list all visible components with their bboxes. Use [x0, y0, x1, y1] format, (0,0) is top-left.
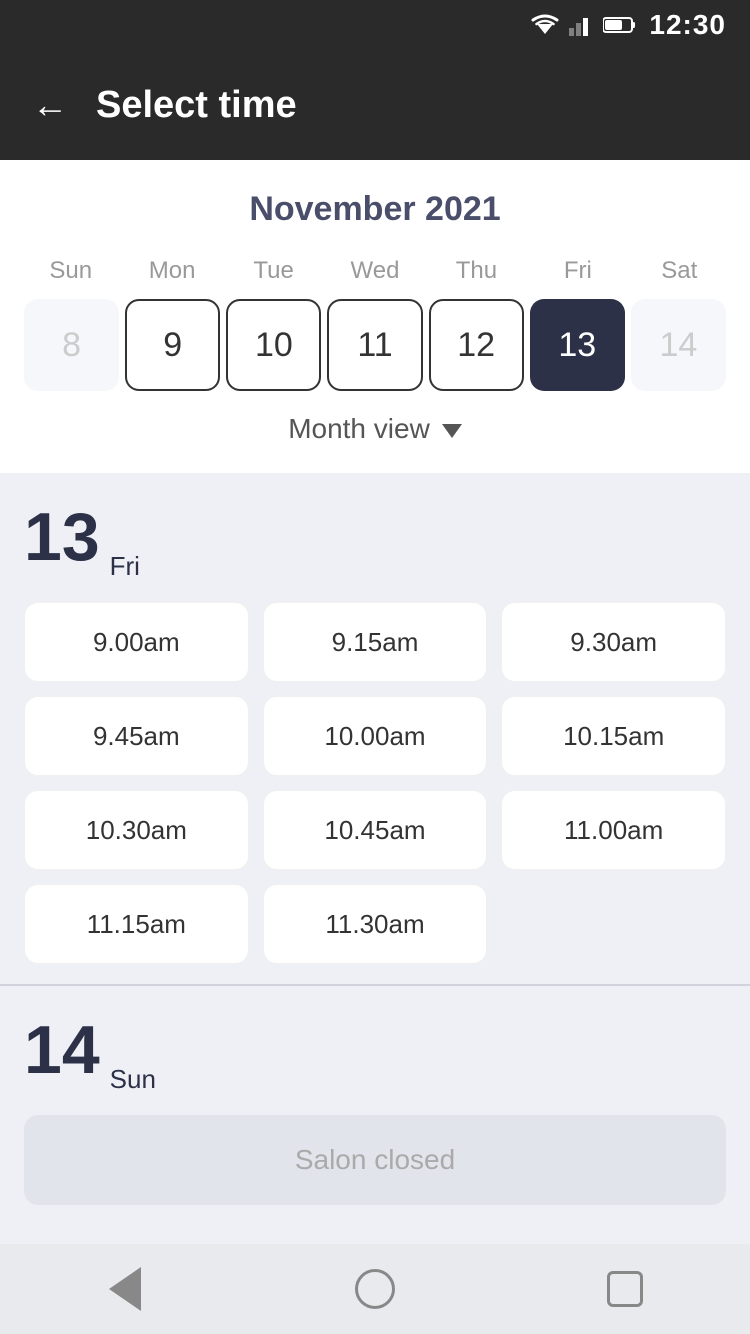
weekday-wed: Wed — [324, 253, 425, 289]
weekday-sun: Sun — [20, 253, 121, 289]
month-label: November 2021 — [20, 190, 730, 229]
weekday-thu: Thu — [426, 253, 527, 289]
weekday-fri: Fri — [527, 253, 628, 289]
weekday-mon: Mon — [121, 253, 222, 289]
salon-closed-label: Salon closed — [24, 1115, 726, 1205]
slot-10-15am[interactable]: 10.15am — [501, 696, 726, 776]
back-triangle-icon — [109, 1267, 141, 1311]
slot-10-00am[interactable]: 10.00am — [263, 696, 488, 776]
date-row: 8 9 10 11 12 13 14 — [20, 299, 730, 391]
date-14[interactable]: 14 — [631, 299, 726, 391]
bottom-nav — [0, 1244, 750, 1334]
slot-9-00am[interactable]: 9.00am — [24, 602, 249, 682]
recent-square-icon — [607, 1271, 643, 1307]
wifi-icon — [531, 14, 559, 36]
nav-home-button[interactable] — [348, 1262, 402, 1316]
nav-back-button[interactable] — [98, 1262, 152, 1316]
status-time: 12:30 — [649, 9, 726, 41]
home-circle-icon — [355, 1269, 395, 1309]
slot-11-15am[interactable]: 11.15am — [24, 884, 249, 964]
day-13-time-grid: 9.00am 9.15am 9.30am 9.45am 10.00am 10.1… — [24, 602, 726, 964]
day-14-name: Sun — [110, 1064, 156, 1095]
day-13-name: Fri — [110, 551, 140, 582]
timeslots-section: 13 Fri 9.00am 9.15am 9.30am 9.45am 10.00… — [0, 473, 750, 1255]
date-11[interactable]: 11 — [327, 299, 422, 391]
date-12[interactable]: 12 — [429, 299, 524, 391]
slot-11-30am[interactable]: 11.30am — [263, 884, 488, 964]
day-13-block: 13 Fri 9.00am 9.15am 9.30am 9.45am 10.00… — [0, 473, 750, 984]
calendar-section: November 2021 Sun Mon Tue Wed Thu Fri Sa… — [0, 160, 750, 473]
slot-10-30am[interactable]: 10.30am — [24, 790, 249, 870]
date-8[interactable]: 8 — [24, 299, 119, 391]
day-14-block: 14 Sun Salon closed — [0, 986, 750, 1225]
back-button[interactable]: ← — [32, 84, 68, 126]
battery-icon — [603, 16, 637, 34]
date-10[interactable]: 10 — [226, 299, 321, 391]
date-13[interactable]: 13 — [530, 299, 625, 391]
slot-9-15am[interactable]: 9.15am — [263, 602, 488, 682]
chevron-down-icon — [442, 424, 462, 438]
day-13-number: 13 — [24, 503, 100, 571]
status-icons — [531, 14, 637, 36]
month-view-toggle[interactable]: Month view — [20, 391, 730, 453]
day-14-header: 14 Sun — [24, 1016, 726, 1095]
weekday-row: Sun Mon Tue Wed Thu Fri Sat — [20, 253, 730, 289]
signal-icon — [569, 14, 593, 36]
slot-11-00am[interactable]: 11.00am — [501, 790, 726, 870]
slot-9-45am[interactable]: 9.45am — [24, 696, 249, 776]
header: ← Select time — [0, 50, 750, 160]
nav-recent-button[interactable] — [598, 1262, 652, 1316]
month-view-label: Month view — [288, 413, 430, 445]
date-9[interactable]: 9 — [125, 299, 220, 391]
header-title: Select time — [96, 84, 297, 127]
day-13-header: 13 Fri — [24, 503, 726, 582]
day-14-number: 14 — [24, 1016, 100, 1084]
weekday-tue: Tue — [223, 253, 324, 289]
slot-10-45am[interactable]: 10.45am — [263, 790, 488, 870]
weekday-sat: Sat — [629, 253, 730, 289]
status-bar: 12:30 — [0, 0, 750, 50]
slot-9-30am[interactable]: 9.30am — [501, 602, 726, 682]
